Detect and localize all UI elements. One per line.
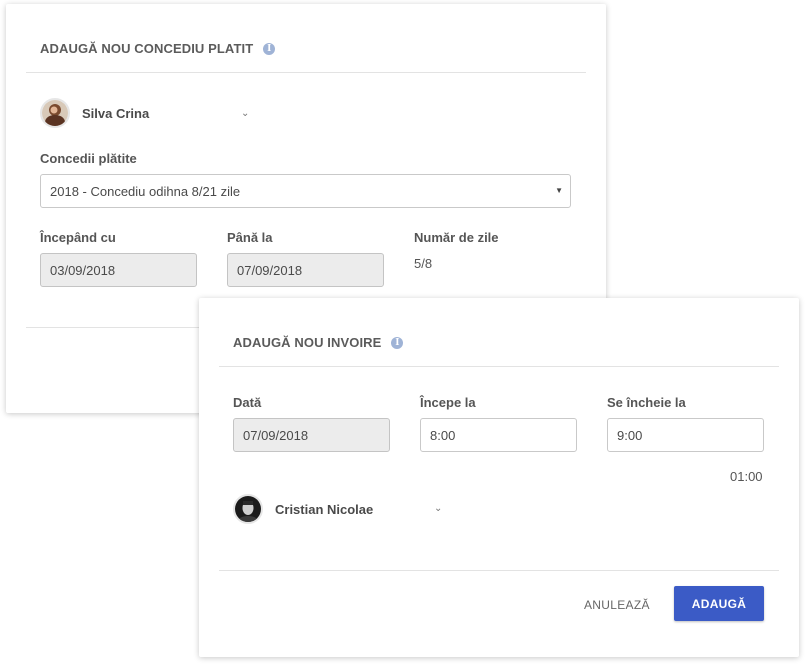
avatar bbox=[233, 494, 263, 524]
start-date-label: Începând cu bbox=[40, 230, 116, 245]
info-icon[interactable]: i bbox=[391, 336, 404, 349]
leave-type-select[interactable]: 2018 - Concediu odihna 8/21 zile ▼ bbox=[40, 174, 571, 208]
divider bbox=[219, 366, 779, 367]
info-icon[interactable]: i bbox=[263, 42, 276, 55]
add-button[interactable]: ADAUGĂ bbox=[674, 586, 764, 621]
divider bbox=[219, 570, 779, 571]
employee-selector[interactable]: Silva Crina bbox=[40, 98, 149, 128]
end-date-field: 07/09/2018 bbox=[227, 253, 384, 287]
time-off-title-text: ADAUGĂ NOU INVOIRE bbox=[233, 335, 382, 350]
date-field: 07/09/2018 bbox=[233, 418, 390, 452]
days-count-label: Număr de zile bbox=[414, 230, 499, 245]
time-off-dialog: ADAUGĂ NOU INVOIRE i Dată 07/09/2018 Înc… bbox=[199, 298, 799, 657]
start-time-label: Începe la bbox=[420, 395, 476, 410]
leave-type-value: 2018 - Concediu odihna 8/21 zile bbox=[50, 183, 241, 199]
end-date-value: 07/09/2018 bbox=[237, 262, 303, 278]
avatar bbox=[40, 98, 70, 128]
days-count-value: 5/8 bbox=[414, 256, 433, 271]
end-time-input[interactable]: 9:00 bbox=[607, 418, 764, 452]
duration-value: 01:00 bbox=[730, 469, 763, 484]
start-date-field: 03/09/2018 bbox=[40, 253, 197, 287]
start-date-value: 03/09/2018 bbox=[50, 262, 116, 278]
time-off-title: ADAUGĂ NOU INVOIRE i bbox=[233, 335, 404, 350]
employee-selector[interactable]: Cristian Nicolae bbox=[233, 494, 373, 524]
date-value: 07/09/2018 bbox=[243, 427, 309, 443]
leave-type-label: Concedii plătite bbox=[40, 151, 137, 166]
employee-name: Silva Crina bbox=[82, 105, 150, 121]
start-time-value: 8:00 bbox=[430, 427, 456, 443]
end-date-label: Până la bbox=[227, 230, 273, 245]
start-time-input[interactable]: 8:00 bbox=[420, 418, 577, 452]
employee-name: Cristian Nicolae bbox=[275, 501, 374, 517]
date-label: Dată bbox=[233, 395, 262, 410]
end-time-value: 9:00 bbox=[617, 427, 643, 443]
select-arrow-icon: ▼ bbox=[555, 186, 563, 195]
cancel-button[interactable]: ANULEAZĂ bbox=[584, 598, 650, 612]
end-time-label: Se încheie la bbox=[607, 395, 686, 410]
paid-leave-title-text: ADAUGĂ NOU CONCEDIU PLATIT bbox=[40, 41, 254, 56]
chevron-down-icon[interactable]: ⌄ bbox=[241, 108, 249, 119]
chevron-down-icon[interactable]: ⌄ bbox=[434, 503, 442, 514]
divider bbox=[26, 72, 586, 73]
paid-leave-title: ADAUGĂ NOU CONCEDIU PLATIT i bbox=[40, 41, 276, 56]
